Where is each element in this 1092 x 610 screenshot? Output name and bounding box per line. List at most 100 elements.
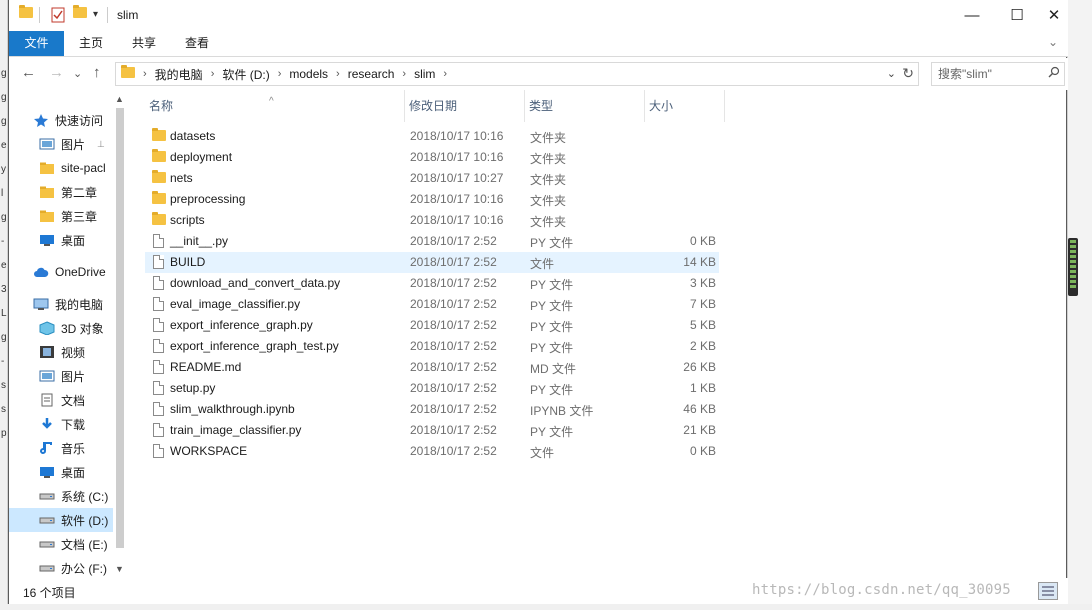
tab-file[interactable]: 文件	[9, 31, 64, 56]
nav-item[interactable]: 桌面	[9, 228, 113, 252]
file-size: 46 KB	[683, 402, 716, 416]
scroll-down-arrow-icon[interactable]: ▼	[115, 564, 124, 574]
breadcrumb-separator[interactable]: ›	[143, 68, 147, 80]
nav-item[interactable]: 办公 (F:)	[9, 556, 113, 578]
search-input[interactable]	[932, 63, 1042, 85]
file-row[interactable]: datasets 2018/10/17 10:16 文件夹	[145, 126, 719, 147]
recent-locations-button[interactable]: ⌄	[73, 67, 82, 80]
breadcrumb-slim[interactable]: slim	[414, 67, 435, 81]
background-char: s	[1, 404, 6, 415]
nav-item[interactable]: 第二章	[9, 180, 113, 204]
nav-item[interactable]: OneDrive	[9, 260, 113, 284]
scrollbar-thumb[interactable]	[116, 108, 124, 548]
nav-item[interactable]: 图片 ⊥	[9, 132, 113, 156]
column-header-name[interactable]: ^ 名称	[145, 90, 405, 122]
breadcrumb-research[interactable]: research	[348, 67, 395, 81]
file-row[interactable]: export_inference_graph_test.py 2018/10/17…	[145, 336, 719, 357]
file-size: 14 KB	[683, 255, 716, 269]
tab-share[interactable]: 共享	[122, 31, 166, 56]
file-row[interactable]: BUILD 2018/10/17 2:52 文件 14 KB	[145, 252, 719, 273]
file-row[interactable]: slim_walkthrough.ipynb 2018/10/17 2:52 IPY…	[145, 399, 719, 420]
column-header-size[interactable]: 大小	[645, 90, 725, 122]
file-row[interactable]: export_inference_graph.py 2018/10/17 2:52…	[145, 315, 719, 336]
breadcrumb-my-computer[interactable]: 我的电脑	[155, 66, 203, 83]
nav-item[interactable]: site-pacl	[9, 156, 113, 180]
file-row[interactable]: preprocessing 2018/10/17 10:16 文件夹	[145, 189, 719, 210]
file-date: 2018/10/17 2:52	[410, 297, 497, 311]
file-row[interactable]: setup.py 2018/10/17 2:52 PY 文件 1 KB	[145, 378, 719, 399]
column-header-date[interactable]: 修改日期	[405, 90, 525, 122]
breadcrumb-separator[interactable]: ›	[402, 68, 406, 80]
nav-item-label: 桌面	[61, 465, 86, 480]
breadcrumb-separator[interactable]: ›	[443, 68, 447, 80]
customize-quick-access-icon[interactable]: ▾	[93, 9, 107, 25]
close-button[interactable]: ✕	[1039, 0, 1069, 30]
file-size: 0 KB	[689, 444, 716, 458]
column-header-type[interactable]: 类型	[525, 90, 645, 122]
breadcrumb-separator[interactable]: ›	[336, 68, 340, 80]
file-date: 2018/10/17 10:16	[410, 150, 504, 164]
breadcrumb-models[interactable]: models	[289, 67, 328, 81]
title-bar: ▾ slim — ☐ ✕	[9, 0, 1068, 31]
refresh-icon[interactable]: ↻	[902, 65, 914, 82]
file-row[interactable]: WORKSPACE 2018/10/17 2:52 文件 0 KB	[145, 441, 719, 462]
new-folder-icon[interactable]	[73, 5, 87, 23]
file-type: 文件夹	[530, 215, 567, 229]
file-row[interactable]: nets 2018/10/17 10:27 文件夹	[145, 168, 719, 189]
desktop-icon	[39, 233, 55, 247]
nav-item[interactable]: 图片	[9, 364, 113, 388]
nav-item[interactable]: 系统 (C:)	[9, 484, 113, 508]
nav-item[interactable]: 下载	[9, 412, 113, 436]
tab-home[interactable]: 主页	[69, 31, 113, 56]
breadcrumb-separator[interactable]: ›	[278, 68, 282, 80]
address-bar[interactable]: › 我的电脑 › 软件 (D:) › models › research › s…	[115, 62, 919, 86]
search-box[interactable]	[931, 62, 1065, 86]
tab-view[interactable]: 查看	[175, 31, 219, 56]
breadcrumb-drive-d[interactable]: 软件 (D:)	[222, 66, 269, 83]
background-right-strip	[1067, 0, 1092, 610]
minimize-button[interactable]: —	[949, 0, 995, 30]
file-icon	[153, 318, 164, 332]
file-row[interactable]: eval_image_classifier.py 2018/10/17 2:52 P…	[145, 294, 719, 315]
file-row[interactable]: deployment 2018/10/17 10:16 文件夹	[145, 147, 719, 168]
file-row[interactable]: download_and_convert_data.py 2018/10/17 2…	[145, 273, 719, 294]
background-char: 3	[1, 284, 7, 295]
nav-item[interactable]: 视频	[9, 340, 113, 364]
nav-item-label: site-pacl	[61, 161, 106, 175]
forward-button[interactable]: →	[49, 64, 64, 81]
nav-item[interactable]: 文档 (E:)	[9, 532, 113, 556]
expand-ribbon-icon[interactable]: ⌄	[1048, 35, 1058, 49]
file-row[interactable]: __init__.py 2018/10/17 2:52 PY 文件 0 KB	[145, 231, 719, 252]
file-row[interactable]: scripts 2018/10/17 10:16 文件夹	[145, 210, 719, 231]
breadcrumb-separator[interactable]: ›	[211, 68, 215, 80]
background-char: p	[1, 428, 7, 439]
scroll-up-arrow-icon[interactable]: ▲	[115, 94, 124, 104]
properties-icon[interactable]	[51, 7, 65, 23]
file-name: datasets	[170, 129, 216, 143]
nav-item[interactable]: 桌面	[9, 460, 113, 484]
navigation-scrollbar[interactable]: ▲ ▼	[113, 90, 127, 578]
nav-item[interactable]: 软件 (D:)	[9, 508, 113, 532]
file-name: setup.py	[170, 381, 216, 395]
details-view-button[interactable]	[1038, 582, 1058, 600]
nav-item[interactable]: 3D 对象	[9, 316, 113, 340]
nav-item[interactable]: 音乐	[9, 436, 113, 460]
file-row[interactable]: README.md 2018/10/17 2:52 MD 文件 26 KB	[145, 357, 719, 378]
file-date: 2018/10/17 2:52	[410, 255, 497, 269]
nav-item[interactable]: 第三章	[9, 204, 113, 228]
address-dropdown-icon[interactable]: ⌄	[887, 67, 896, 80]
background-char: g	[1, 92, 7, 103]
background-char: s	[1, 380, 6, 391]
nav-item[interactable]: 我的电脑	[9, 292, 113, 316]
up-button[interactable]: ↑	[93, 64, 101, 81]
maximize-button[interactable]: ☐	[994, 0, 1040, 30]
folder-icon	[152, 191, 166, 207]
nav-item-label: 第二章	[61, 185, 98, 200]
nav-item[interactable]: 快速访问	[9, 108, 113, 132]
file-row[interactable]: train_image_classifier.py 2018/10/17 2:52…	[145, 420, 719, 441]
search-icon[interactable]	[1048, 66, 1060, 81]
file-name: nets	[170, 171, 193, 185]
drive-icon	[39, 537, 55, 551]
back-button[interactable]: ←	[21, 64, 36, 81]
nav-item[interactable]: 文档	[9, 388, 113, 412]
